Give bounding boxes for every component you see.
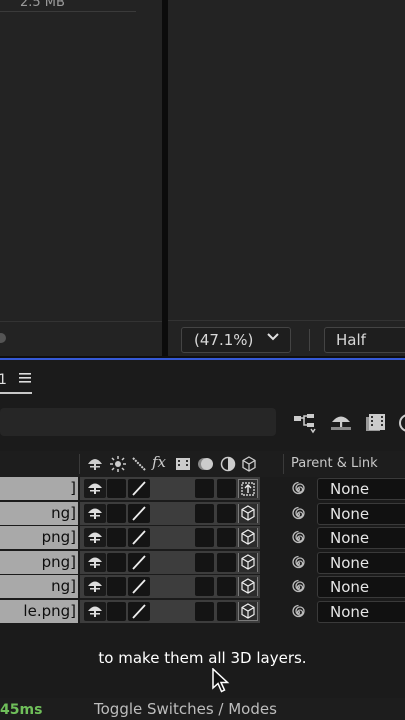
quality-switch[interactable] bbox=[128, 528, 150, 547]
panel-menu-icon[interactable] bbox=[19, 372, 31, 388]
layer-name[interactable]: png] bbox=[0, 526, 78, 549]
pick-whip-icon[interactable] bbox=[290, 604, 307, 621]
3d-layer-switch[interactable] bbox=[238, 602, 258, 621]
divider bbox=[168, 320, 405, 321]
parent-dropdown[interactable]: None bbox=[317, 503, 405, 525]
motion-blur-switch[interactable] bbox=[195, 504, 214, 523]
adjustment-switch[interactable] bbox=[217, 577, 236, 596]
video-caption: to make them all 3D layers. bbox=[98, 649, 307, 667]
parent-dropdown[interactable]: None bbox=[317, 527, 405, 549]
scroll-handle[interactable] bbox=[0, 333, 6, 343]
3d-layer-switch[interactable] bbox=[238, 504, 258, 523]
quality-switch[interactable] bbox=[128, 504, 150, 523]
3d-layer-header-icon bbox=[241, 456, 257, 472]
quality-switch[interactable] bbox=[128, 479, 150, 498]
column-divider[interactable] bbox=[79, 454, 80, 474]
layer-row[interactable]: png] None bbox=[0, 551, 405, 575]
layer-row[interactable]: ] None bbox=[0, 477, 405, 501]
layer-name[interactable]: ng] bbox=[0, 502, 78, 525]
motion-blur-switch[interactable] bbox=[195, 577, 214, 596]
frame-render-time: 45ms bbox=[0, 702, 43, 718]
collapse-switch[interactable] bbox=[107, 479, 126, 498]
flowchart-icon[interactable] bbox=[293, 412, 317, 434]
chevron-down-icon bbox=[266, 330, 280, 348]
parent-dropdown[interactable]: None bbox=[317, 576, 405, 598]
timeline-status-bar: 45ms Toggle Switches / Modes bbox=[0, 698, 405, 720]
divider bbox=[0, 11, 136, 12]
shy-switch[interactable] bbox=[84, 553, 106, 572]
quality-header-icon bbox=[131, 456, 147, 472]
adjustment-switch[interactable] bbox=[217, 528, 236, 547]
layer-row[interactable]: png] None bbox=[0, 526, 405, 550]
adjustment-switch[interactable] bbox=[217, 553, 236, 572]
collapse-switch[interactable] bbox=[107, 528, 126, 547]
parent-link-column-label: Parent & Link bbox=[291, 456, 378, 471]
adjustment-layer-header-icon bbox=[220, 456, 236, 472]
pick-whip-icon[interactable] bbox=[290, 555, 307, 572]
frame-blending-icon[interactable] bbox=[363, 412, 387, 434]
quality-switch[interactable] bbox=[128, 602, 150, 621]
shy-switch[interactable] bbox=[84, 577, 106, 596]
column-divider[interactable] bbox=[283, 454, 284, 474]
collapse-transformation-icon bbox=[110, 456, 126, 472]
resolution-dropdown[interactable]: Half bbox=[324, 327, 405, 353]
shy-switch[interactable] bbox=[84, 602, 106, 621]
layer-row[interactable]: le.png] None bbox=[0, 600, 405, 624]
motion-blur-switch[interactable] bbox=[195, 528, 214, 547]
collapse-switch[interactable] bbox=[107, 553, 126, 572]
adjustment-switch[interactable] bbox=[217, 479, 236, 498]
pick-whip-icon[interactable] bbox=[290, 481, 307, 498]
toggle-switches-modes-button[interactable]: Toggle Switches / Modes bbox=[94, 700, 277, 718]
divider bbox=[0, 321, 162, 322]
3d-layer-switch[interactable] bbox=[238, 528, 258, 547]
collapse-switch[interactable] bbox=[107, 504, 126, 523]
pick-whip-icon[interactable] bbox=[290, 506, 307, 523]
layer-name[interactable]: ng] bbox=[0, 575, 78, 598]
collapse-switch[interactable] bbox=[107, 602, 126, 621]
quality-switch[interactable] bbox=[128, 553, 150, 572]
shy-switch[interactable] bbox=[84, 479, 106, 498]
layer-search-input[interactable] bbox=[0, 408, 276, 436]
pick-whip-icon[interactable] bbox=[290, 579, 307, 596]
adjustment-switch[interactable] bbox=[217, 504, 236, 523]
timeline-tab[interactable]: 1 bbox=[0, 372, 7, 388]
zoom-value: (47.1%) bbox=[194, 331, 254, 349]
parent-dropdown[interactable]: None bbox=[317, 478, 405, 500]
layer-row[interactable]: ng] None bbox=[0, 502, 405, 526]
effects-header-icon: fx bbox=[152, 453, 167, 471]
motion-blur-header-icon bbox=[197, 456, 213, 472]
pick-whip-icon[interactable] bbox=[290, 530, 307, 547]
composition-viewer: (47.1%) Half bbox=[168, 0, 405, 356]
frame-blend-header-icon bbox=[175, 456, 191, 472]
motion-blur-switch[interactable] bbox=[195, 553, 214, 572]
layer-row[interactable]: ng] None bbox=[0, 575, 405, 599]
3d-layer-switch[interactable] bbox=[238, 479, 258, 498]
shy-header-icon bbox=[87, 456, 103, 472]
parent-dropdown[interactable]: None bbox=[317, 552, 405, 574]
file-size-text: 2.5 MB bbox=[20, 0, 65, 10]
motion-blur-switch[interactable] bbox=[195, 602, 214, 621]
divider bbox=[309, 329, 310, 351]
3d-layer-switch[interactable] bbox=[238, 553, 258, 572]
quality-switch[interactable] bbox=[128, 577, 150, 596]
3d-layer-switch[interactable] bbox=[238, 577, 258, 596]
magnification-dropdown[interactable]: (47.1%) bbox=[181, 327, 291, 353]
active-tab-indicator bbox=[0, 392, 32, 394]
motion-blur-icon[interactable] bbox=[396, 412, 405, 434]
layer-name[interactable]: le.png] bbox=[0, 600, 78, 623]
parent-dropdown[interactable]: None bbox=[317, 601, 405, 623]
resolution-value: Half bbox=[336, 331, 366, 349]
motion-blur-switch[interactable] bbox=[195, 479, 214, 498]
layer-name[interactable]: png] bbox=[0, 551, 78, 574]
shy-switch[interactable] bbox=[84, 504, 106, 523]
timeline-column-header: fx Parent & Link bbox=[0, 451, 405, 477]
layer-name[interactable]: ] bbox=[0, 477, 78, 500]
adjustment-switch[interactable] bbox=[217, 602, 236, 621]
mouse-cursor-icon bbox=[211, 667, 231, 694]
shy-icon[interactable] bbox=[329, 412, 353, 434]
collapse-switch[interactable] bbox=[107, 577, 126, 596]
shy-switch[interactable] bbox=[84, 528, 106, 547]
project-panel: 2.5 MB bbox=[0, 0, 162, 356]
